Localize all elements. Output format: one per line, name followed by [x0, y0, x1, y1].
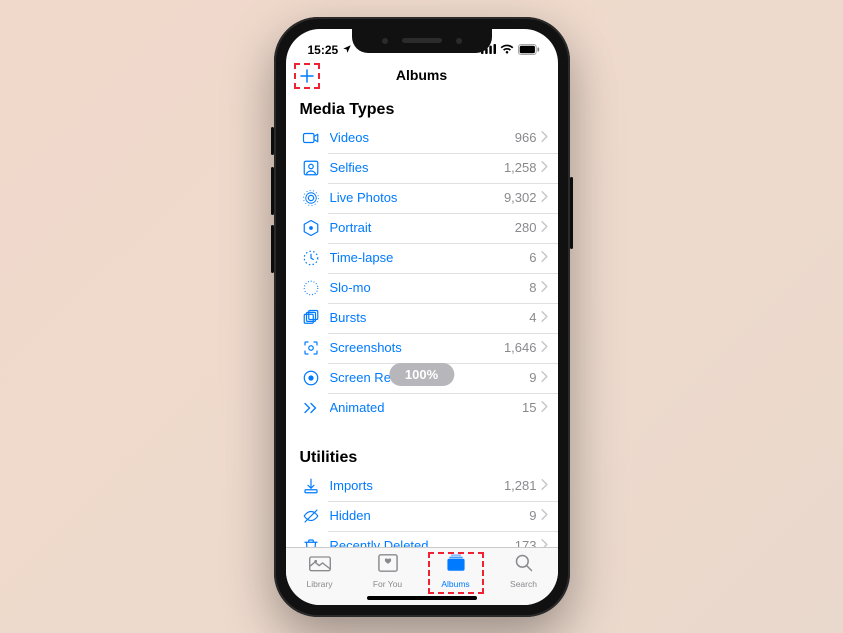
row-count: 280 [515, 220, 537, 235]
chevron-right-icon [541, 477, 548, 495]
row-portrait[interactable]: Portrait 280 [286, 213, 558, 243]
hidden-icon [300, 505, 322, 527]
tab-label: Library [307, 579, 333, 589]
row-videos[interactable]: Videos 966 [286, 123, 558, 153]
tab-label: For You [373, 579, 402, 589]
row-label: Videos [330, 130, 515, 145]
status-time: 15:25 [308, 43, 339, 57]
location-arrow-icon [342, 43, 352, 57]
status-right [481, 44, 540, 59]
wifi-icon [500, 44, 514, 54]
chevron-right-icon [541, 507, 548, 525]
tab-label: Albums [441, 579, 469, 589]
search-tab-icon [513, 553, 535, 578]
tab-library[interactable]: Library [293, 553, 347, 593]
chevron-right-icon [541, 399, 548, 417]
row-label: Imports [330, 478, 504, 493]
row-count: 1,258 [504, 160, 537, 175]
recently-deleted-icon [300, 535, 322, 547]
nav-title: Albums [396, 67, 447, 83]
chevron-right-icon [541, 189, 548, 207]
row-count: 6 [529, 250, 536, 265]
battery-icon [518, 44, 540, 55]
row-label: Animated [330, 400, 523, 415]
row-count: 173 [515, 538, 537, 547]
row-hidden[interactable]: Hidden 9 [286, 501, 558, 531]
media-types-list: Videos 966 Selfies 1,258 Live Photos 9,3… [286, 123, 558, 423]
selfies-icon [300, 157, 322, 179]
chevron-right-icon [541, 369, 548, 387]
tab-search[interactable]: Search [497, 553, 551, 593]
live-photos-icon [300, 187, 322, 209]
chevron-right-icon [541, 279, 548, 297]
chevron-right-icon [541, 129, 548, 147]
row-label: Selfies [330, 160, 504, 175]
row-animated[interactable]: Animated 15 [286, 393, 558, 423]
screen-recordings-icon [300, 367, 322, 389]
home-indicator[interactable] [367, 596, 477, 600]
section-header-media-types: Media Types [286, 93, 558, 123]
row-label: Live Photos [330, 190, 504, 205]
row-label: Slo-mo [330, 280, 530, 295]
row-label: Hidden [330, 508, 530, 523]
screen: 15:25 Albums [286, 29, 558, 605]
add-button[interactable] [294, 63, 320, 89]
row-count: 966 [515, 130, 537, 145]
chevron-right-icon [541, 219, 548, 237]
row-count: 9 [529, 508, 536, 523]
bursts-icon [300, 307, 322, 329]
videos-icon [300, 127, 322, 149]
slo-mo-icon [300, 277, 322, 299]
row-label: Screen Recordings [330, 370, 530, 385]
portrait-icon [300, 217, 322, 239]
row-count: 15 [522, 400, 536, 415]
chevron-right-icon [541, 249, 548, 267]
chevron-right-icon [541, 159, 548, 177]
tab-for-you[interactable]: For You [361, 553, 415, 593]
tab-bar: Library For You Albums Search [286, 547, 558, 605]
nav-bar: Albums [286, 59, 558, 93]
tab-albums[interactable]: Albums [429, 553, 483, 593]
tab-label: Search [510, 579, 537, 589]
row-bursts[interactable]: Bursts 4 [286, 303, 558, 333]
library-tab-icon [308, 553, 332, 578]
row-count: 9 [529, 370, 536, 385]
row-live-photos[interactable]: Live Photos 9,302 [286, 183, 558, 213]
row-count: 1,281 [504, 478, 537, 493]
utilities-list: Imports 1,281 Hidden 9 Recently Deleted … [286, 471, 558, 547]
row-time-lapse[interactable]: Time-lapse 6 [286, 243, 558, 273]
chevron-right-icon [541, 537, 548, 547]
content[interactable]: Media Types Videos 966 Selfies 1,258 Liv [286, 93, 558, 547]
imports-icon [300, 475, 322, 497]
notch [352, 29, 492, 53]
row-count: 1,646 [504, 340, 537, 355]
section-header-utilities: Utilities [286, 441, 558, 471]
row-label: Time-lapse [330, 250, 530, 265]
row-count: 8 [529, 280, 536, 295]
row-count: 4 [529, 310, 536, 325]
animated-icon [300, 397, 322, 419]
row-imports[interactable]: Imports 1,281 [286, 471, 558, 501]
row-slo-mo[interactable]: Slo-mo 8 [286, 273, 558, 303]
row-label: Bursts [330, 310, 530, 325]
row-count: 9,302 [504, 190, 537, 205]
for-you-tab-icon [377, 553, 399, 578]
row-screen-recordings[interactable]: Screen Recordings 9 [286, 363, 558, 393]
chevron-right-icon [541, 339, 548, 357]
row-recently-deleted[interactable]: Recently Deleted 173 [286, 531, 558, 547]
row-label: Recently Deleted [330, 538, 515, 547]
row-selfies[interactable]: Selfies 1,258 [286, 153, 558, 183]
row-label: Screenshots [330, 340, 504, 355]
phone-frame: 15:25 Albums [274, 17, 570, 617]
screenshots-icon [300, 337, 322, 359]
time-lapse-icon [300, 247, 322, 269]
row-screenshots[interactable]: Screenshots 1,646 [286, 333, 558, 363]
albums-tab-icon [444, 553, 468, 578]
row-label: Portrait [330, 220, 515, 235]
chevron-right-icon [541, 309, 548, 327]
